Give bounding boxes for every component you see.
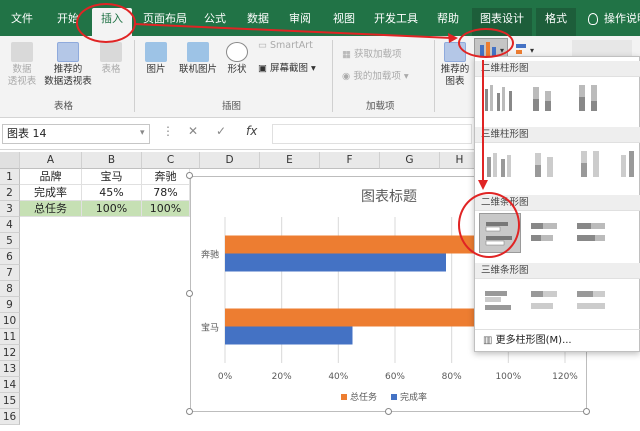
annotation-arrows bbox=[133, 23, 488, 190]
